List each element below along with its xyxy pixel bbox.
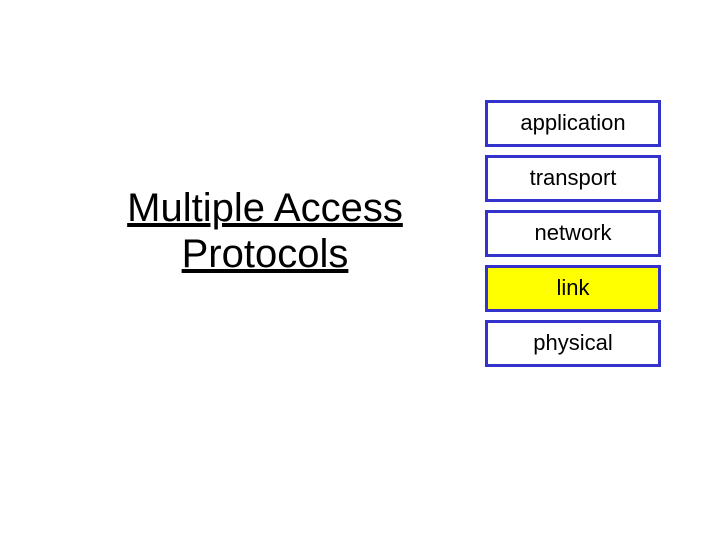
layer-link: link	[485, 265, 661, 312]
layer-application: application	[485, 100, 661, 147]
layer-transport: transport	[485, 155, 661, 202]
slide: Multiple Access Protocols application tr…	[0, 0, 720, 540]
layer-physical: physical	[485, 320, 661, 367]
slide-title: Multiple Access Protocols	[95, 185, 435, 277]
network-layer-stack: application transport network link physi…	[485, 100, 661, 375]
layer-network: network	[485, 210, 661, 257]
